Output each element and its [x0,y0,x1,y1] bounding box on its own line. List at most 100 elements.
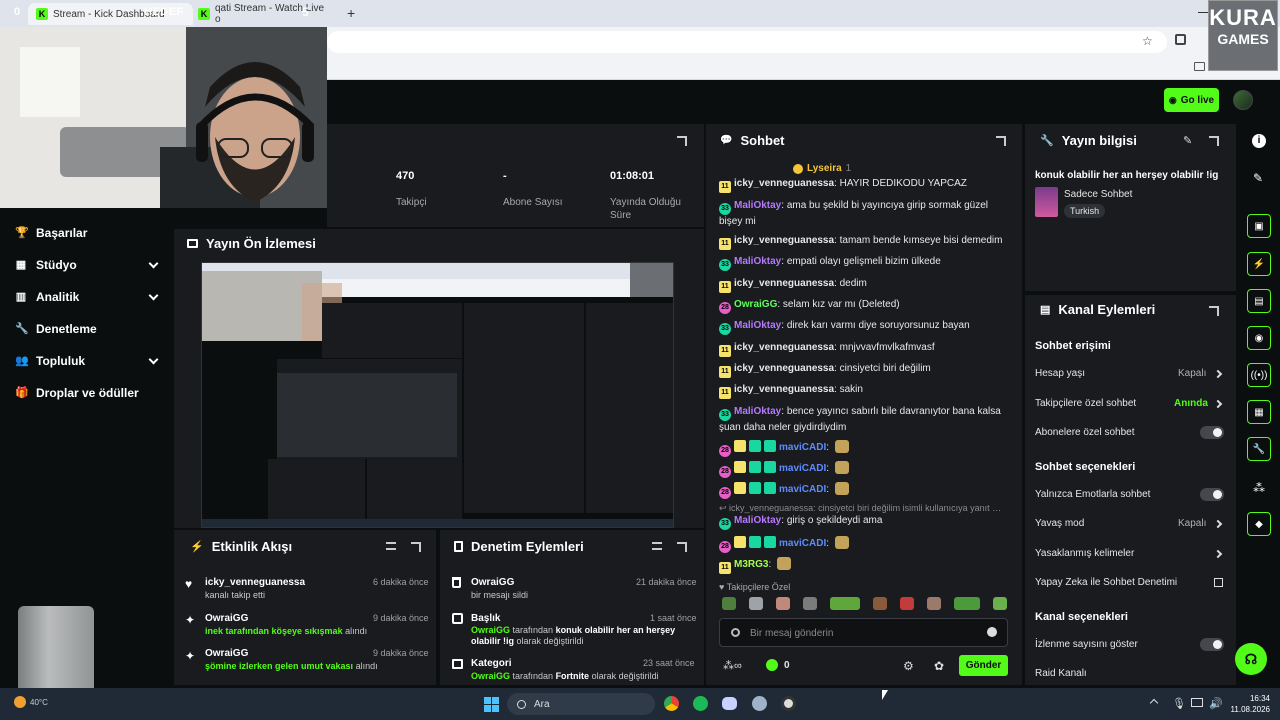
rail-community-icon[interactable]: ⁂ [1253,481,1265,495]
avatar[interactable] [1233,90,1253,110]
sidebar-item-community[interactable]: 👥 Topluluk [15,354,159,368]
chat-input[interactable]: Bir mesaj gönderin [719,618,1008,647]
chat-message[interactable]: 11 icky_venneguanessa: HAYIR DEDIKODU YAP… [719,177,1009,193]
chat-message[interactable]: 28 maviCADI: [719,440,1009,457]
category-name[interactable]: Sadece Sohbet [1064,189,1132,200]
chat-username[interactable]: MaliOktay [734,200,781,211]
spotify-taskbar-icon[interactable] [693,696,708,711]
chat-message[interactable]: 28 OwraiGG: selam kız var mı (Deleted) [719,298,1009,314]
chat-message[interactable]: 11 icky_venneguanessa: tamam bende kımsey… [719,234,1009,250]
emoji-icon[interactable] [987,627,997,637]
rail-rewards-icon[interactable]: ◆ [1247,512,1271,536]
clock[interactable]: 16:34 11.08.2026 [1228,693,1270,715]
sidebar-item-moderation[interactable]: 🔧 Denetleme [15,322,157,336]
stream-preview-video[interactable] [201,262,674,528]
community-goals-icon[interactable]: ⁂∞ [723,659,742,672]
banned-words-label[interactable]: Yasaklanmış kelimeler [1035,548,1134,559]
chat-message[interactable]: 11 icky_venneguanessa: mnjvvavfmvlkafmvas… [719,341,1009,357]
chat-username[interactable]: icky_venneguanessa [734,363,834,374]
rail-wrench-icon[interactable]: 🔧 [1247,437,1271,461]
taskbar-search[interactable]: Ara [507,693,655,715]
chat-username[interactable]: maviCADI [779,463,826,474]
expand-icon[interactable] [1209,306,1219,316]
expand-icon[interactable] [677,136,687,146]
external-link-icon[interactable] [1214,578,1223,587]
chat-message[interactable]: 11 icky_venneguanessa: cinsiyetci biri de… [719,362,1009,378]
chat-message[interactable]: 33 MaliOktay: direk karı varmı diye soruy… [719,319,1009,335]
chat-username[interactable]: MaliOktay [734,256,781,267]
sidebar-item-studio[interactable]: ▦ Stüdyo [15,258,159,272]
chat-username[interactable]: M3RG3 [734,559,768,570]
slow-mode-value[interactable]: Kapalı [1178,518,1206,529]
edit-pencil-icon[interactable]: ✎ [1183,134,1192,147]
chat-username[interactable]: maviCADI [779,538,826,549]
chat-message[interactable]: 11 icky_venneguanessa: sakin [719,383,1009,399]
expand-icon[interactable] [411,542,421,552]
network-icon[interactable] [1191,698,1203,707]
emote-only-toggle[interactable] [1200,488,1224,501]
rail-moderation-icon[interactable]: ▦ [1247,400,1271,424]
minimize-icon[interactable] [1198,12,1208,13]
chat-username[interactable]: icky_venneguanessa [734,384,834,395]
steam-taskbar-icon[interactable] [752,696,767,711]
edit-layout-icon[interactable]: ✎ [1253,171,1263,185]
extensions-icon[interactable] [1175,34,1186,45]
bookmark-star-icon[interactable]: ☆ [1142,34,1153,48]
rail-broadcast-icon[interactable]: ((•)) [1247,363,1271,387]
volume-icon[interactable]: 🔊 [1209,697,1223,710]
chat-username[interactable]: icky_venneguanessa [734,342,834,353]
chat-message[interactable]: 33 MaliOktay: ama bu şekild bi yayıncıya … [719,199,1009,229]
sidebar-item-analytics[interactable]: ▥ Analitik [15,290,159,304]
show-viewers-toggle[interactable] [1200,638,1224,651]
emote-bar[interactable] [719,597,1009,613]
chrome-taskbar-icon[interactable] [664,696,679,711]
raid-channel-label[interactable]: Raid Kanalı [1035,668,1087,679]
url-input[interactable] [327,31,1167,53]
chat-username[interactable]: OwraiGG [734,299,777,310]
send-button[interactable]: Gönder [959,655,1008,676]
chat-username[interactable]: icky_venneguanessa [734,235,834,246]
subs-chat-toggle[interactable] [1200,426,1224,439]
rail-notes-icon[interactable]: ▤ [1247,289,1271,313]
chat-message[interactable]: 33 MaliOktay: empati olayı gelişmeli bizi… [719,255,1009,271]
chat-username[interactable]: MaliOktay [734,406,781,417]
weather-widget[interactable]: 40°C [14,696,48,708]
chat-username[interactable]: icky_venneguanessa [734,278,834,289]
filter-icon[interactable] [386,542,396,550]
start-button[interactable] [484,697,499,712]
info-icon[interactable]: i [1252,134,1266,148]
chat-message[interactable]: 28 maviCADI: [719,536,1009,553]
chat-username[interactable]: MaliOktay [734,515,781,526]
folder-icon[interactable] [1194,62,1205,71]
sidebar-item-drops[interactable]: 🎁 Droplar ve ödüller [15,386,157,400]
obs-taskbar-icon[interactable] [781,696,796,711]
expand-icon[interactable] [996,136,1006,146]
chat-message[interactable]: 28 maviCADI: [719,461,1009,478]
chat-message[interactable]: 11 M3RG3: [719,557,1009,574]
chat-message[interactable]: 28 maviCADI: [719,482,1009,499]
expand-icon[interactable] [1209,136,1219,146]
sidebar-item-achievements[interactable]: 🏆 Başarılar [15,226,157,240]
followers-chat-value[interactable]: Anında [1174,398,1208,409]
chat-username[interactable]: maviCADI [779,484,826,495]
rail-clips-icon[interactable]: ▣ [1247,214,1271,238]
microphone-icon[interactable]: 🎙 [1172,697,1186,710]
go-live-button[interactable]: ◉ Go live [1164,88,1219,112]
rail-chat-icon[interactable]: ◉ [1247,326,1271,350]
account-age-value[interactable]: Kapalı [1178,368,1206,379]
chat-username[interactable]: icky_venneguanessa [734,178,834,189]
discord-taskbar-icon[interactable] [722,697,737,710]
chat-message[interactable]: 11 icky_venneguanessa: dedim [719,277,1009,293]
ai-moderation-label[interactable]: Yapay Zeka ile Sohbet Denetimi [1035,577,1177,588]
chat-settings-icon[interactable]: ⚙ [903,659,914,673]
new-tab-button[interactable]: + [347,5,355,21]
tab-watch-live[interactable]: K qati Stream - Watch Live o [190,3,340,25]
help-button[interactable]: ☊ [1235,643,1267,675]
filter-icon[interactable] [652,542,662,550]
chat-mod-icon[interactable]: ✿ [934,659,944,673]
chat-username[interactable]: maviCADI [779,442,826,453]
chat-message[interactable]: 33 MaliOktay: giriş o şekildeydi ama [719,514,1009,530]
expand-icon[interactable] [677,542,687,552]
chat-username[interactable]: MaliOktay [734,320,781,331]
rail-quick-actions-icon[interactable]: ⚡ [1247,252,1271,276]
